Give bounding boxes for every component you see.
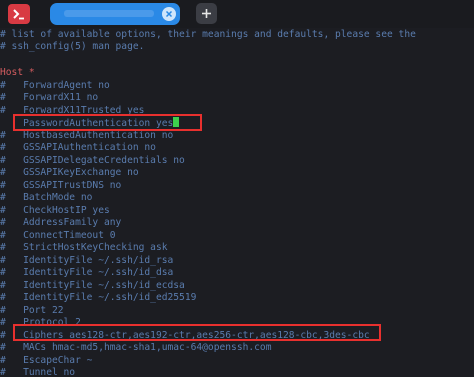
password-auth-highlight bbox=[13, 114, 202, 131]
terminal-line: # IdentityFile ~/.ssh/id_ecdsa bbox=[0, 279, 185, 291]
terminal-line: # CheckHostIP yes bbox=[0, 204, 110, 216]
terminal-line: # BatchMode no bbox=[0, 192, 93, 203]
terminal-icon[interactable] bbox=[8, 4, 30, 24]
terminal-line: # IdentityFile ~/.ssh/id_rsa bbox=[0, 254, 174, 266]
terminal-line: # StrictHostKeyChecking ask bbox=[0, 242, 168, 253]
plus-icon bbox=[202, 9, 211, 18]
terminal-line: # MACs hmac-md5,hmac-sha1,umac-64@openss… bbox=[0, 342, 272, 353]
terminal-line: # ConnectTimeout 0 bbox=[0, 229, 116, 241]
terminal-line: # HostbasedAuthentication no bbox=[0, 129, 174, 141]
terminal-line: # ForwardX11 no bbox=[0, 92, 99, 103]
terminal-line: # list of available options, their meani… bbox=[0, 29, 416, 40]
terminal-line: # ForwardAgent no bbox=[0, 79, 110, 91]
new-tab-button[interactable] bbox=[196, 3, 217, 24]
terminal-line: # EscapeChar ~ bbox=[0, 354, 93, 366]
terminal-line: # GSSAPIAuthentication no bbox=[0, 142, 156, 153]
terminal-line: # Tunnel no bbox=[0, 367, 76, 377]
terminal-line: # AddressFamily any bbox=[0, 217, 122, 228]
terminal-line: # Port 22 bbox=[0, 304, 64, 316]
terminal-line: # IdentityFile ~/.ssh/id_ed25519 bbox=[0, 292, 197, 303]
close-icon[interactable] bbox=[162, 7, 176, 21]
terminal-line: # GSSAPITrustDNS no bbox=[0, 179, 122, 191]
terminal-line: # ssh_config(5) man page. bbox=[0, 41, 145, 53]
terminal-line: # GSSAPIKeyExchange no bbox=[0, 167, 139, 178]
ciphers-highlight bbox=[13, 324, 381, 341]
terminal-line: # GSSAPIDelegateCredentials no bbox=[0, 154, 185, 166]
host-line: Host * bbox=[0, 67, 35, 78]
terminal-line: # IdentityFile ~/.ssh/id_dsa bbox=[0, 267, 174, 278]
terminal-tab[interactable]: ssh_config bbox=[50, 3, 180, 25]
tab-bar: ssh_config bbox=[0, 0, 474, 28]
tab-title-blur bbox=[64, 10, 154, 17]
